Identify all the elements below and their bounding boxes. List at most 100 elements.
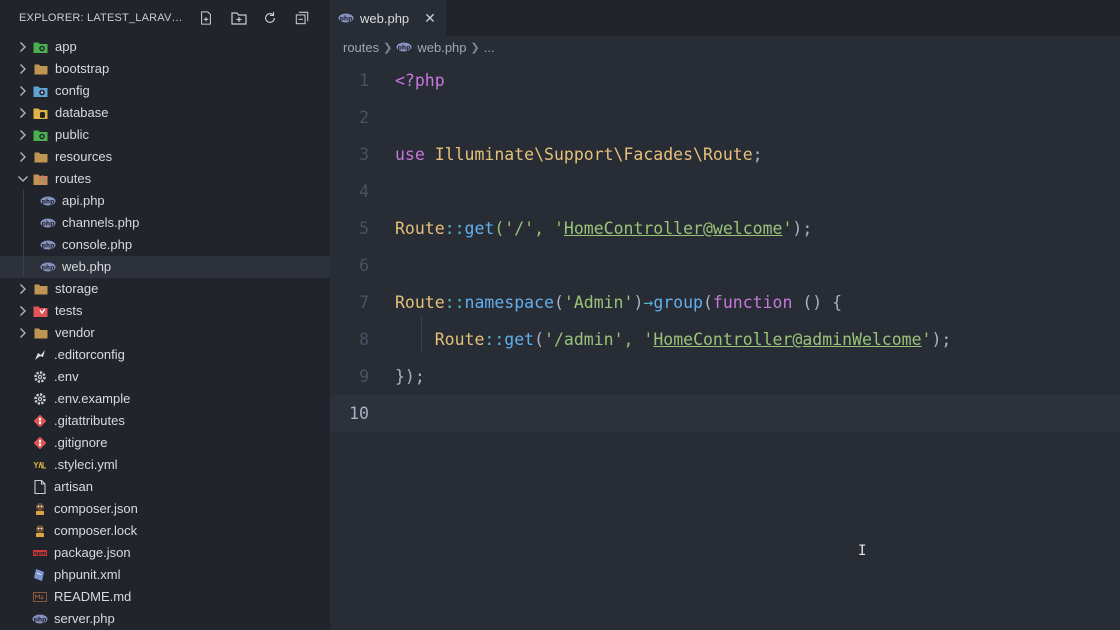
breadcrumb-item-routes[interactable]: routes xyxy=(343,40,379,55)
code-token: :: xyxy=(444,293,465,312)
tree-file-dot-env[interactable]: .env xyxy=(0,366,330,388)
line-number: 1 xyxy=(359,71,369,90)
code-token: ; xyxy=(752,145,763,164)
tree-folder-app[interactable]: app xyxy=(0,36,330,58)
chevron-right-icon: ❯ xyxy=(470,41,480,54)
chevron-right-icon[interactable] xyxy=(17,85,29,97)
refresh-icon[interactable] xyxy=(263,7,295,29)
tree-file-readme-md[interactable]: README.md xyxy=(0,586,330,608)
folder-database-icon xyxy=(33,105,49,121)
tree-folder-config[interactable]: config xyxy=(0,80,330,102)
tree-file-api-php[interactable]: php api.php xyxy=(0,190,330,212)
code-text: use Illuminate\Support\Facades\Route; xyxy=(395,145,763,164)
chevron-down-icon[interactable] xyxy=(17,173,29,185)
composer-icon xyxy=(32,501,48,517)
code-line[interactable]: 10 xyxy=(330,395,1120,432)
tree-item-label: composer.json xyxy=(54,501,138,516)
php-file-icon: php xyxy=(40,259,56,275)
tree-item-label: config xyxy=(55,83,90,98)
code-token: ); xyxy=(792,219,813,238)
collapse-all-icon[interactable] xyxy=(295,7,327,29)
code-line[interactable]: 9}); xyxy=(330,358,1120,395)
tree-folder-bootstrap[interactable]: bootstrap xyxy=(0,58,330,80)
chevron-right-icon[interactable] xyxy=(17,129,29,141)
file-icon xyxy=(32,479,48,495)
chevron-right-icon[interactable] xyxy=(17,305,29,317)
tab-web-php[interactable]: php web.php ✕ xyxy=(330,0,446,36)
git-icon xyxy=(32,435,48,451)
code-text: Route::get('/', 'HomeController@welcome'… xyxy=(395,219,812,238)
tree-file-composer-json[interactable]: composer.json xyxy=(0,498,330,520)
tree-item-label: channels.php xyxy=(62,215,140,230)
tree-folder-routes[interactable]: routes xyxy=(0,168,330,190)
tab-bar: php web.php ✕ xyxy=(330,0,1120,36)
breadcrumb-item-more[interactable]: ... xyxy=(484,40,495,55)
chevron-right-icon[interactable] xyxy=(17,151,29,163)
code-token: :: xyxy=(444,219,465,238)
chevron-right-icon[interactable] xyxy=(17,41,29,53)
chevron-right-icon[interactable] xyxy=(17,327,29,339)
tree-folder-public[interactable]: public xyxy=(0,124,330,146)
code-line[interactable]: 2 xyxy=(330,99,1120,136)
tree-file-phpunit-xml[interactable]: phpunit.xml xyxy=(0,564,330,586)
tree-folder-storage[interactable]: storage xyxy=(0,278,330,300)
line-number: 6 xyxy=(359,256,369,275)
code-line[interactable]: 3 use Illuminate\Support\Facades\Route; xyxy=(330,136,1120,173)
tree-item-label: .env xyxy=(54,369,79,384)
code-line[interactable]: 6 xyxy=(330,247,1120,284)
code-line[interactable]: 5 Route::get('/', 'HomeController@welcome… xyxy=(330,210,1120,247)
code-line[interactable]: 4 xyxy=(330,173,1120,210)
tree-file-channels-php[interactable]: php channels.php xyxy=(0,212,330,234)
tree-item-label: storage xyxy=(55,281,99,296)
tree-file-package-json[interactable]: npm package.json xyxy=(0,542,330,564)
tree-item-label: database xyxy=(55,105,109,120)
svg-text:php: php xyxy=(398,44,412,51)
tree-item-label: .gitattributes xyxy=(54,413,125,428)
close-icon[interactable]: ✕ xyxy=(424,10,436,27)
line-number: 9 xyxy=(359,367,369,386)
tree-file-dot-gitattributes[interactable]: .gitattributes xyxy=(0,410,330,432)
line-number: 5 xyxy=(359,219,369,238)
tree-file-dot-styleci-yml[interactable]: .styleci.yml xyxy=(0,454,330,476)
folder-app-icon xyxy=(33,39,49,55)
chevron-right-icon[interactable] xyxy=(17,283,29,295)
code-token: ( xyxy=(534,330,545,349)
composer-icon xyxy=(32,523,48,539)
chevron-right-icon[interactable] xyxy=(17,63,29,75)
tree-file-server-php[interactable]: php server.php xyxy=(0,608,330,630)
code-line[interactable]: 1 <?php xyxy=(330,62,1120,99)
tree-folder-resources[interactable]: resources xyxy=(0,146,330,168)
tree-file-dot-gitignore[interactable]: .gitignore xyxy=(0,432,330,454)
tree-item-label: web.php xyxy=(62,259,112,274)
breadcrumb: routes ❯ php web.php ❯ ... xyxy=(330,36,1120,58)
tree-file-web-php[interactable]: php web.php xyxy=(0,256,330,278)
code-token: get xyxy=(504,330,535,349)
breadcrumb-item-web-php[interactable]: web.php xyxy=(417,40,466,55)
tree-file-composer-lock[interactable]: composer.lock xyxy=(0,520,330,542)
line-number: 2 xyxy=(359,108,369,127)
code-token: 'Admin' xyxy=(563,293,634,312)
chevron-right-icon[interactable] xyxy=(17,107,29,119)
new-file-icon[interactable] xyxy=(199,7,231,29)
code-token: ( xyxy=(702,293,713,312)
code-token: }); xyxy=(395,367,425,386)
markdown-icon xyxy=(32,589,48,605)
code-line[interactable]: 8 Route::get('/admin', 'HomeController@a… xyxy=(330,321,1120,358)
code-token: namespace xyxy=(464,293,554,312)
php-file-icon: php xyxy=(40,237,56,253)
tree-file-artisan[interactable]: artisan xyxy=(0,476,330,498)
code-text: <?php xyxy=(395,71,445,90)
tree-file-console-php[interactable]: php console.php xyxy=(0,234,330,256)
chevron-right-icon: ❯ xyxy=(383,41,393,54)
tree-folder-database[interactable]: database xyxy=(0,102,330,124)
tree-folder-tests[interactable]: tests xyxy=(0,300,330,322)
new-folder-icon[interactable] xyxy=(231,7,263,29)
code-editor[interactable]: 1 <?php 2 3 use Illuminate\Support\Facades\R… xyxy=(330,58,1120,432)
tree-item-label: console.php xyxy=(62,237,133,252)
tree-file-dot-editorconfig[interactable]: .editorconfig xyxy=(0,344,330,366)
tree-folder-vendor[interactable]: vendor xyxy=(0,322,330,344)
tree-item-label: tests xyxy=(55,303,83,318)
tree-item-label: composer.lock xyxy=(54,523,138,538)
code-line[interactable]: 7 Route::namespace('Admin')→group(functio… xyxy=(330,284,1120,321)
tree-file-dot-env-example[interactable]: .env.example xyxy=(0,388,330,410)
